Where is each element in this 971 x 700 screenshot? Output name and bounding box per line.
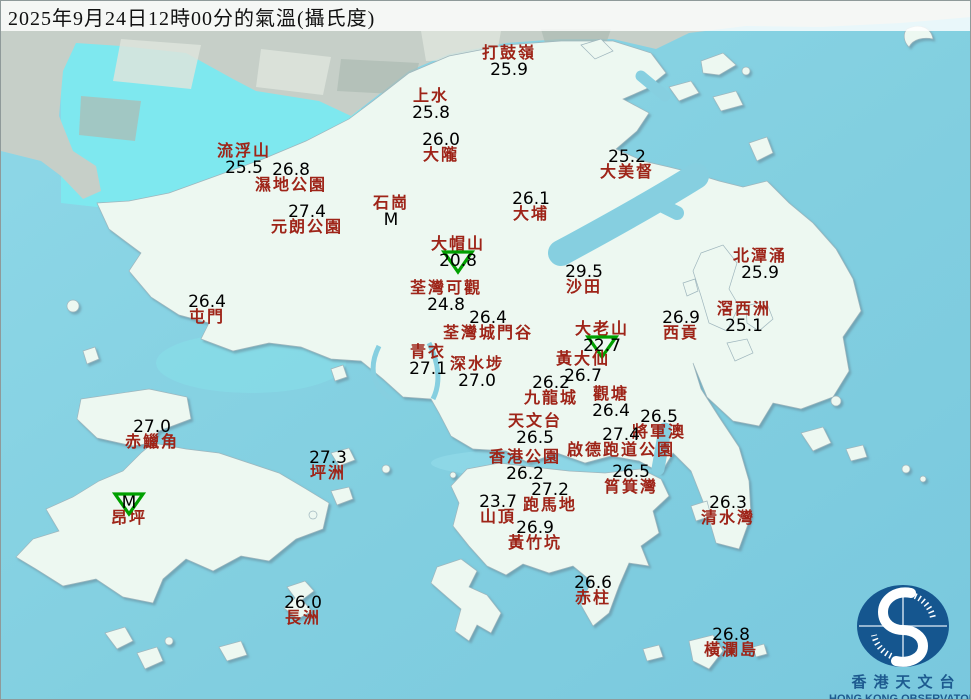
title-bar: 2025年9月24日12時00分的氣溫(攝氏度) bbox=[1, 1, 970, 31]
hong-kong-map bbox=[1, 1, 970, 699]
map-title: 2025年9月24日12時00分的氣溫(攝氏度) bbox=[8, 7, 376, 30]
hko-name-chinese: 香港天文台 bbox=[851, 675, 962, 691]
hko-logo: 香港天文台 HONG KONG OBSERVATORY bbox=[829, 584, 971, 700]
hko-name-english: HONG KONG OBSERVATORY bbox=[829, 693, 971, 700]
junk-bay bbox=[651, 422, 672, 476]
temperature-map: 2025年9月24日12時00分的氣溫(攝氏度) 打鼓嶺 25.9 上水 25.8 26… bbox=[0, 0, 971, 700]
hko-logo-icon bbox=[857, 585, 949, 667]
